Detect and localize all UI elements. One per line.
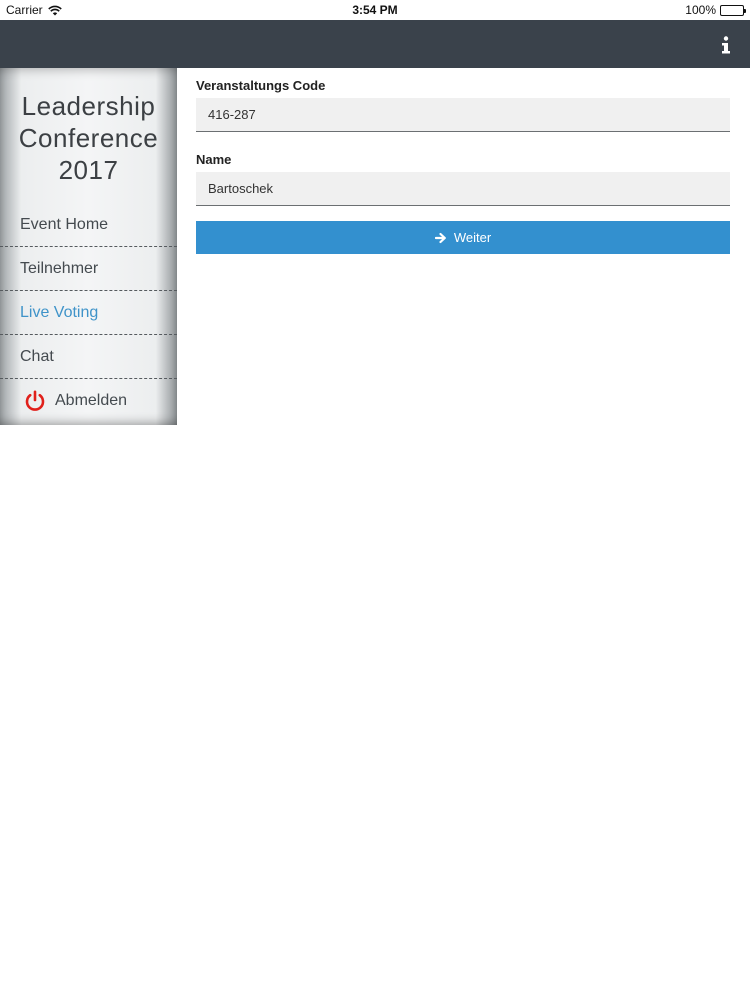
event-code-input[interactable] [196,98,730,132]
logout-label: Abmelden [55,392,128,409]
event-code-label: Veranstaltungs Code [196,78,326,93]
event-title-line: Conference [18,123,159,153]
status-bar-right: 100% [685,3,746,17]
sidebar-item-chat[interactable]: Chat [0,335,177,379]
event-title: Leadership Conference 2017 [0,90,177,186]
top-navbar [0,20,750,68]
arrow-right-icon [434,232,446,243]
power-icon [25,390,45,411]
sidebar-item-teilnehmer[interactable]: Teilnehmer [0,247,177,291]
sidebar: Leadership Conference 2017 Event Home Te… [0,68,177,425]
event-title-line: 2017 [58,155,119,185]
name-label: Name [196,152,232,167]
battery-percent: 100% [685,3,716,17]
sidebar-menu: Event Home Teilnehmer Live Voting Chat A… [0,203,177,423]
event-title-line: Leadership [21,91,156,121]
info-icon[interactable] [720,36,732,54]
main-form: Veranstaltungs Code Name Weiter [196,68,730,254]
battery-icon [720,4,746,16]
sidebar-item-logout[interactable]: Abmelden [0,379,177,423]
continue-button-label: Weiter [453,230,492,245]
sidebar-item-event-home[interactable]: Event Home [0,203,177,247]
status-time: 3:54 PM [352,3,398,17]
continue-button[interactable]: Weiter [196,221,730,254]
name-input[interactable] [196,172,730,206]
status-bar: Carrier 3:54 PM 100% [0,0,750,20]
sidebar-item-live-voting[interactable]: Live Voting [0,291,177,335]
